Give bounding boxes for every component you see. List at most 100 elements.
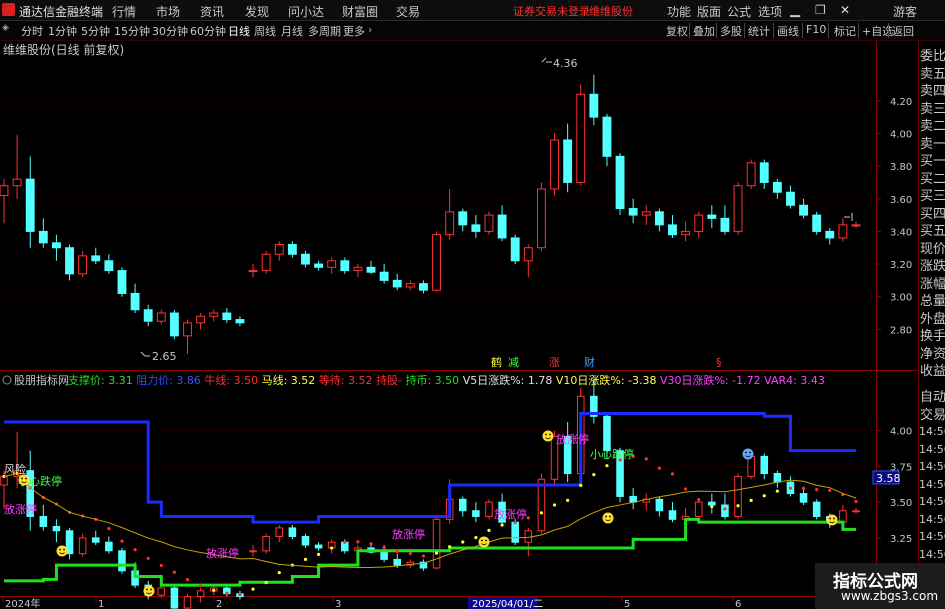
candle-body[interactable] — [301, 253, 310, 265]
ma-dot — [159, 563, 163, 568]
sidebar-item[interactable]: 涨跌 — [920, 255, 945, 274]
sidebar-item[interactable]: 净资 — [920, 343, 945, 362]
candle-body[interactable] — [117, 270, 127, 294]
candle-body[interactable] — [497, 214, 507, 239]
sidebar-item[interactable]: 总量 — [920, 290, 945, 309]
sidebar-item[interactable]: 交易 — [920, 404, 945, 423]
candle-body[interactable] — [628, 208, 638, 216]
sidebar-item[interactable]: 收益 — [920, 360, 945, 379]
candle-body[interactable] — [405, 283, 415, 288]
candle-body[interactable] — [720, 217, 730, 232]
candle-body[interactable] — [78, 255, 88, 275]
sidebar-item[interactable]: 卖四 — [920, 80, 945, 99]
candle-body[interactable] — [432, 234, 441, 291]
candle-body[interactable] — [668, 224, 677, 236]
candle-body[interactable] — [786, 191, 795, 206]
candle-body[interactable] — [340, 260, 350, 272]
candle-body[interactable] — [222, 312, 232, 321]
candle-body[interactable] — [536, 188, 546, 249]
sidebar-item[interactable]: 现价 — [920, 238, 945, 257]
candle-body[interactable] — [445, 211, 455, 236]
sidebar-item[interactable]: 买二 — [920, 168, 945, 187]
sidebar-item[interactable]: 卖二 — [920, 115, 945, 134]
candle-body[interactable] — [654, 211, 664, 226]
candle-body[interactable] — [104, 260, 114, 272]
candle-body[interactable] — [12, 178, 22, 187]
event-finance-label[interactable]: 财 — [584, 355, 595, 369]
sidebar-item[interactable]: 买五 — [920, 220, 945, 239]
candle-body[interactable] — [523, 247, 533, 262]
sidebar-item[interactable]: 卖一 — [920, 133, 945, 152]
candle-body[interactable] — [196, 315, 206, 324]
sidebar-item[interactable]: 买三 — [920, 185, 945, 204]
candle-body[interactable] — [51, 242, 61, 249]
candle-body[interactable] — [484, 214, 494, 232]
candle-body[interactable] — [248, 270, 258, 273]
candle-body[interactable] — [681, 230, 691, 236]
candle-body[interactable] — [0, 185, 9, 196]
event-section-label[interactable]: § — [716, 356, 722, 369]
ma-dot — [670, 472, 675, 476]
sidebar-item[interactable]: 换手 — [920, 325, 945, 344]
candle-body[interactable] — [602, 116, 612, 157]
candle-body[interactable] — [615, 155, 625, 210]
candle-body[interactable] — [235, 319, 245, 324]
candle-body[interactable] — [825, 230, 835, 239]
candle-body[interactable] — [838, 224, 848, 239]
sidebar-item[interactable]: 自动 — [920, 386, 945, 405]
candle-body[interactable] — [156, 312, 166, 322]
candle-body[interactable] — [471, 224, 481, 232]
candle-body[interactable] — [707, 214, 717, 219]
indicator-settings-icon[interactable] — [2, 375, 12, 385]
candle-body[interactable] — [38, 230, 48, 244]
candle-body[interactable] — [641, 211, 651, 216]
candle-body[interactable] — [772, 181, 782, 193]
candle-body[interactable] — [183, 322, 192, 337]
event-reduce-label[interactable]: 减 — [508, 356, 519, 369]
event-crane-label[interactable]: 鹤 — [491, 355, 502, 369]
candle-body[interactable] — [130, 292, 140, 311]
sidebar-item[interactable]: 卖三 — [920, 98, 945, 117]
candle-body[interactable] — [379, 271, 389, 281]
sidebar-item[interactable]: 外盘 — [920, 308, 945, 327]
candle-body[interactable] — [209, 312, 219, 317]
candle-body[interactable] — [274, 243, 284, 255]
candle-body[interactable] — [563, 139, 573, 183]
ma-dot — [343, 540, 347, 544]
sidebar-item[interactable]: 卖五 — [920, 63, 945, 82]
sidebar-item[interactable]: 涨幅 — [920, 273, 945, 292]
candle-body[interactable] — [91, 255, 101, 262]
sidebar-item[interactable]: 买四 — [920, 203, 945, 222]
sidebar-time: 14:56 — [919, 425, 945, 438]
event-rise-label[interactable]: 涨 — [549, 356, 560, 369]
candle-body[interactable] — [327, 260, 337, 268]
candle-body[interactable] — [261, 253, 271, 272]
sidebar-item[interactable]: 委比 — [920, 45, 945, 64]
candle-body[interactable] — [799, 204, 809, 216]
candle-body[interactable] — [759, 162, 769, 183]
candle-body[interactable] — [510, 237, 520, 262]
ma-dot — [854, 499, 858, 504]
candle-body[interactable] — [353, 266, 363, 272]
candle-body[interactable] — [366, 266, 376, 273]
candle-body[interactable] — [550, 139, 559, 190]
candle-body[interactable] — [419, 283, 428, 291]
candle-body[interactable] — [25, 178, 35, 232]
candle-body[interactable] — [392, 279, 402, 288]
candle-body[interactable] — [287, 243, 297, 255]
candle-body[interactable] — [314, 263, 324, 268]
candle-body[interactable] — [589, 93, 599, 118]
candle-body[interactable] — [458, 211, 468, 226]
candle-body[interactable] — [733, 185, 743, 232]
candle-body[interactable] — [746, 162, 756, 187]
candle-body[interactable] — [576, 93, 586, 183]
candle-body[interactable] — [812, 214, 822, 232]
candlestick-series[interactable] — [0, 74, 861, 354]
candle-body[interactable] — [143, 309, 153, 322]
candle-body[interactable] — [851, 224, 861, 227]
candle-body[interactable] — [694, 214, 704, 232]
candle-body[interactable] — [65, 247, 74, 275]
candle-body[interactable] — [169, 312, 179, 337]
sidebar-item[interactable]: 买一 — [920, 150, 945, 169]
ma-dot — [657, 466, 661, 470]
